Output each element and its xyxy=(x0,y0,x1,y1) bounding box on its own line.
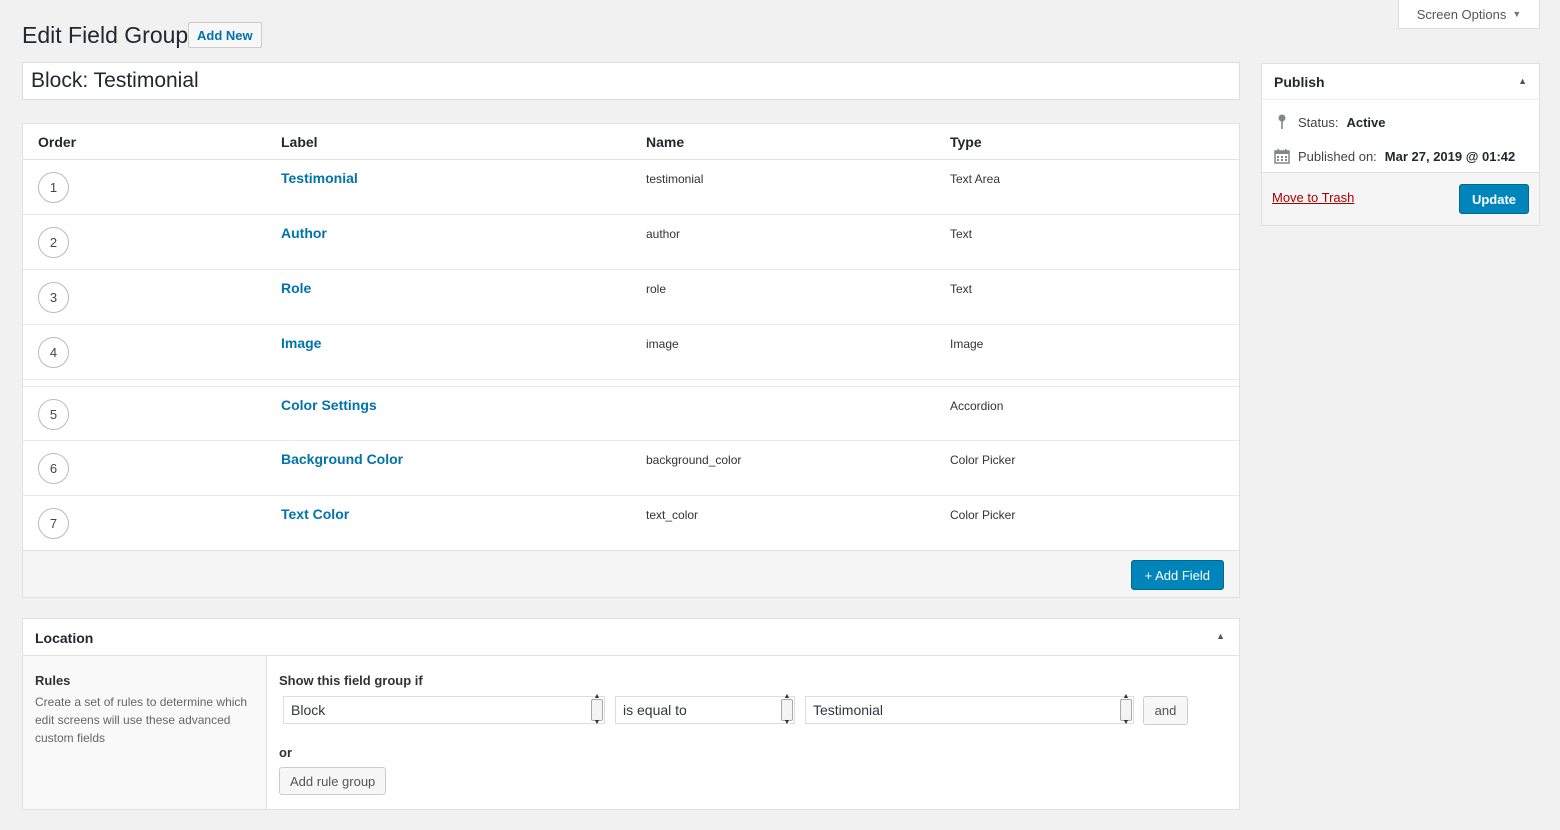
order-handle[interactable]: 4 xyxy=(38,337,69,368)
field-type: Accordion xyxy=(950,399,1004,413)
publish-panel: Publish ▲ Status: Active Published on: M… xyxy=(1261,63,1540,226)
field-name: role xyxy=(646,282,667,296)
column-name: Name xyxy=(646,134,685,150)
field-label-link[interactable]: Author xyxy=(281,225,327,241)
field-label-link[interactable]: Background Color xyxy=(281,451,403,467)
publish-footer: Move to Trash Update xyxy=(1262,172,1539,225)
field-name: background_color xyxy=(646,453,742,467)
select-arrow-icon: ▲ ▼ xyxy=(591,693,603,726)
fields-footer: + Add Field xyxy=(23,550,1239,597)
field-label-link[interactable]: Testimonial xyxy=(281,170,358,186)
field-label-link[interactable]: Color Settings xyxy=(281,397,377,413)
add-new-button[interactable]: Add New xyxy=(188,22,262,48)
publish-title: Publish xyxy=(1274,74,1325,90)
screen-options-label: Screen Options xyxy=(1416,6,1507,22)
rules-description-panel: Rules Create a set of rules to determine… xyxy=(23,656,267,809)
field-name: image xyxy=(646,337,679,351)
field-row[interactable]: 3 Role role Text xyxy=(23,270,1239,325)
collapse-icon[interactable]: ▲ xyxy=(1216,631,1225,641)
published-row: Published on: Mar 27, 2019 @ 01:42 xyxy=(1274,148,1515,164)
publish-header[interactable]: Publish ▲ xyxy=(1262,64,1539,100)
update-button[interactable]: Update xyxy=(1459,184,1529,214)
status-value: Active xyxy=(1346,114,1386,130)
field-type: Image xyxy=(950,337,984,351)
field-row[interactable]: 7 Text Color text_color Color Picker xyxy=(23,496,1239,551)
calendar-icon xyxy=(1274,148,1290,164)
field-label-link[interactable]: Role xyxy=(281,280,311,296)
column-label: Label xyxy=(281,134,318,150)
column-order: Order xyxy=(38,134,77,150)
fields-panel: Order Label Name Type 1 Testimonial test… xyxy=(22,123,1240,598)
rules-title: Rules xyxy=(35,673,71,688)
field-type: Text xyxy=(950,282,973,296)
rule-value-select[interactable]: Testimonial ▲ ▼ xyxy=(805,693,1134,726)
rules-editor: Show this field group if Block ▲ ▼ is equ… xyxy=(267,656,1239,809)
collapse-icon[interactable]: ▲ xyxy=(1518,76,1527,86)
published-label: Published on: xyxy=(1298,148,1377,164)
location-title: Location xyxy=(35,630,94,646)
title-input[interactable]: Block: Testimonial xyxy=(22,62,1240,100)
add-field-button[interactable]: + Add Field xyxy=(1130,560,1224,590)
field-type: Color Picker xyxy=(950,508,1016,522)
rules-description: Create a set of rules to determine which… xyxy=(35,695,248,745)
add-rule-group-button[interactable]: Add rule group xyxy=(279,767,387,795)
order-handle[interactable]: 7 xyxy=(38,508,69,539)
field-row[interactable]: 2 Author author Text xyxy=(23,215,1239,270)
select-arrow-icon: ▲ ▼ xyxy=(1120,693,1132,726)
rule-operator-select[interactable]: is equal to ▲ ▼ xyxy=(615,693,795,726)
field-row[interactable]: 4 Image image Image xyxy=(23,325,1239,380)
field-row[interactable]: 6 Background Color background_color Colo… xyxy=(23,441,1239,496)
status-row: Status: Active xyxy=(1274,114,1386,130)
order-handle[interactable]: 3 xyxy=(38,282,69,313)
field-type: Text Area xyxy=(950,172,1001,186)
pin-icon xyxy=(1274,114,1290,130)
order-handle[interactable]: 2 xyxy=(38,227,69,258)
rule-value-value: Testimonial xyxy=(813,702,884,718)
location-header[interactable]: Location ▲ xyxy=(23,619,1239,656)
fields-header: Order Label Name Type xyxy=(23,124,1239,160)
rule-param-value: Block xyxy=(291,702,326,718)
field-label-link[interactable]: Image xyxy=(281,335,321,351)
field-row[interactable]: 5 Color Settings Accordion xyxy=(23,386,1239,441)
field-label-link[interactable]: Text Color xyxy=(281,506,349,522)
page-title: Edit Field Group xyxy=(22,22,189,48)
select-arrow-icon: ▲ ▼ xyxy=(781,693,793,726)
field-name: text_color xyxy=(646,508,699,522)
show-if-label: Show this field group if xyxy=(279,673,423,688)
order-handle[interactable]: 6 xyxy=(38,453,69,484)
screen-options-button[interactable]: Screen Options ▼ xyxy=(1398,0,1540,29)
field-type: Color Picker xyxy=(950,453,1016,467)
field-type: Text xyxy=(950,227,973,241)
field-name: author xyxy=(646,227,681,241)
published-value: Mar 27, 2019 @ 01:42 xyxy=(1384,148,1516,164)
status-label: Status: xyxy=(1298,114,1339,130)
caret-down-icon: ▼ xyxy=(1512,9,1522,19)
or-label: or xyxy=(279,745,292,760)
field-name: testimonial xyxy=(646,172,704,186)
rule-param-select[interactable]: Block ▲ ▼ xyxy=(283,693,605,726)
move-to-trash-link[interactable]: Move to Trash xyxy=(1272,190,1354,205)
location-panel: Location ▲ Rules Create a set of rules t… xyxy=(22,618,1240,810)
field-row[interactable]: 1 Testimonial testimonial Text Area xyxy=(23,160,1239,215)
rule-operator-value: is equal to xyxy=(623,702,687,718)
column-type: Type xyxy=(950,134,982,150)
order-handle[interactable]: 1 xyxy=(38,172,69,203)
and-button[interactable]: and xyxy=(1143,696,1188,725)
order-handle[interactable]: 5 xyxy=(38,399,69,430)
